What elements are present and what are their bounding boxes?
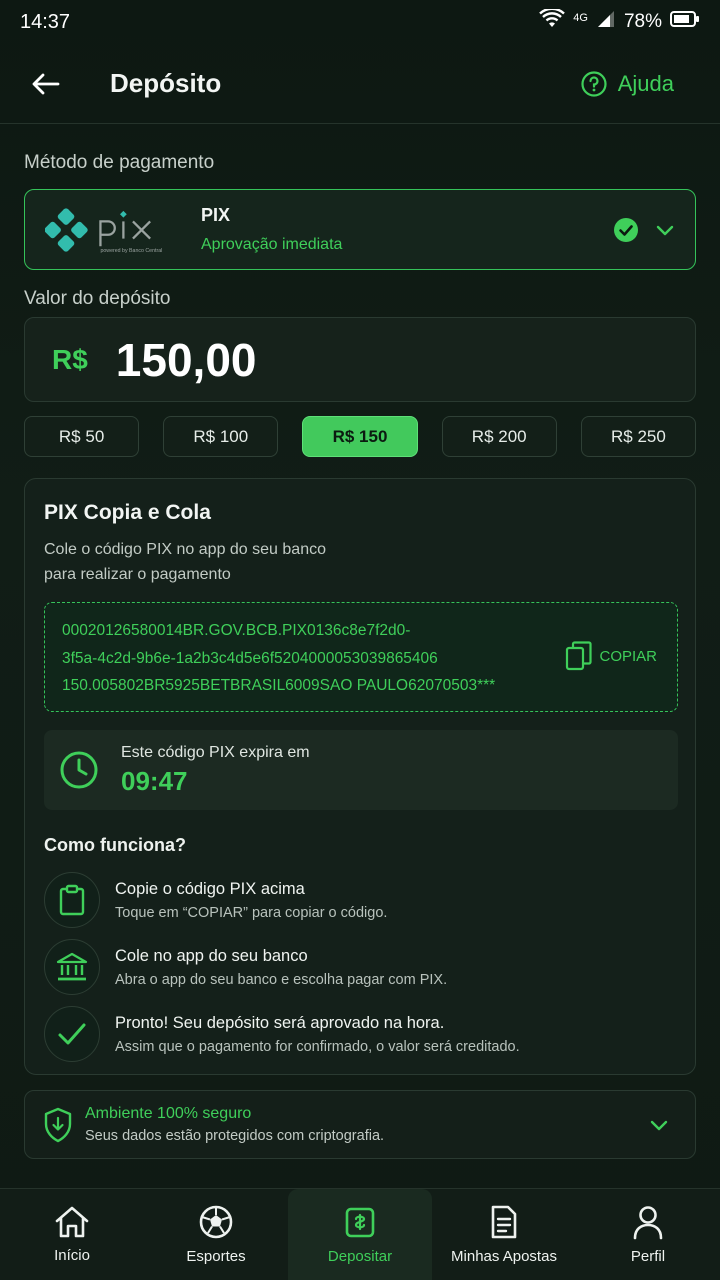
payment-method-label: Método de pagamento [24,152,215,173]
card-description-line-1: Cole o código PIX no app do seu banco [44,541,326,558]
nav-perfil[interactable]: Perfil [576,1189,720,1280]
bottom-navigation: Início Esportes Depositar Minhas Apostas… [0,1188,720,1280]
status-time: 14:37 [20,10,71,33]
expiration-box: Este código PIX expira em 09:47 [44,730,678,810]
secure-title: Ambiente 100% seguro [85,1105,252,1122]
payment-method-name: PIX [201,205,231,225]
deposit-value-label: Valor do depósito [24,288,171,309]
clipboard-icon [44,872,100,928]
step-copy-text: Copie o código PIX acima Toque em “COPIA… [115,880,387,921]
step-copy: Copie o código PIX acima Toque em “COPIA… [44,872,664,928]
back-button[interactable] [0,44,90,124]
chevron-down-icon [656,225,674,235]
currency-symbol: R$ [52,343,88,375]
bank-icon [44,939,100,995]
network-type: 4G [573,12,588,24]
page-title: Depósito [110,68,222,98]
pix-code-line-1: 00020126580014BR.GOV.BCB.PIX0136c8e7f2d0… [62,622,411,639]
help-button[interactable]: Ajuda [580,70,674,98]
step-title: Copie o código PIX acima [115,879,305,898]
step-title: Pronto! Seu depósito será aprovado na ho… [115,1013,445,1032]
battery-icon [670,10,700,34]
help-label: Ajuda [617,70,674,96]
step-description: Abra o app do seu banco e escolha pagar … [115,971,448,988]
card-description: Cole o código PIX no app do seu banco pa… [44,537,444,587]
wifi-icon [539,7,566,35]
pix-code-line-2: 3f5a-4c2d-9b6e-1a2b3c4d5e6f5204000053039… [62,649,438,667]
pix-logo-subtext: powered by Banco Central [100,247,162,253]
checkmark-icon [44,1006,100,1062]
how-it-works-title: Como funciona? [44,835,186,855]
nav-depositar[interactable]: Depositar [288,1189,432,1280]
quick-amount-250[interactable]: R$ 250 [580,416,697,457]
arrow-left-icon [32,73,60,94]
step-title: Cole no app do seu banco [115,946,308,965]
quick-amount-200[interactable]: R$ 200 [441,416,557,457]
payment-method-selector[interactable]: powered by Banco Central PIX Aprovação i… [24,189,696,270]
home-icon [55,1206,89,1238]
payment-method-indicators [613,217,675,243]
chevron-down-icon [650,1120,668,1130]
quick-amount-50[interactable]: R$ 50 [24,416,140,457]
deposit-icon [345,1207,375,1238]
quick-amount-150[interactable]: R$ 150 [302,416,418,457]
nav-label: Início [54,1247,90,1264]
step-description: Assim que o pagamento for confirmado, o … [115,1038,520,1055]
nav-label: Minhas Apostas [451,1248,557,1265]
secure-environment-banner[interactable]: Ambiente 100% seguro Seus dados estão pr… [24,1090,696,1159]
pix-logo: powered by Banco Central [25,189,175,270]
nav-minhas-apostas[interactable]: Minhas Apostas [432,1189,576,1280]
quick-amount-100[interactable]: R$ 100 [163,416,279,457]
step-description: Toque em “COPIAR” para copiar o código. [115,904,388,921]
clock-icon [60,751,98,789]
screen: 14:37 4G 78% Depósito Ajuda Método de pa… [0,0,720,1280]
battery-level: 78% [623,11,662,32]
secure-text: Ambiente 100% seguro Seus dados estão pr… [85,1105,384,1144]
status-icons: 4G 78% [539,7,700,35]
payment-method-subtitle: Aprovação imediata [201,236,343,253]
card-description-line-2: para realizar o pagamento [44,566,231,583]
deposit-amount-value: 150,00 [115,333,257,386]
deposit-amount-field[interactable]: R$ 150,00 [24,317,696,402]
expiration-label: Este código PIX expira em [121,743,310,761]
status-bar: 14:37 4G 78% [0,0,720,44]
pix-copia-cola-card: PIX Copia e Cola Cole o código PIX no ap… [24,478,696,1075]
expiration-countdown: 09:47 [121,765,188,796]
pix-code-box[interactable]: 00020126580014BR.GOV.BCB.PIX0136c8e7f2d0… [44,602,678,712]
secure-description: Seus dados estão protegidos com criptogr… [85,1128,385,1144]
bets-document-icon [491,1205,517,1239]
nav-label: Depositar [327,1248,393,1265]
pix-code: 00020126580014BR.GOV.BCB.PIX0136c8e7f2d0… [62,617,542,700]
nav-label: Esportes [186,1248,246,1265]
nav-esportes[interactable]: Esportes [144,1189,288,1280]
step-done: Pronto! Seu depósito será aprovado na ho… [44,1006,664,1062]
copy-label: COPIAR [599,647,657,665]
nav-label: Perfil [630,1248,666,1265]
card-title: PIX Copia e Cola [44,501,211,524]
shield-icon [44,1107,72,1142]
step-paste-text: Cole no app do seu banco Abra o app do s… [115,947,447,988]
quick-amount-chips: R$ 50 R$ 100 R$ 150 R$ 200 R$ 250 [24,416,697,458]
profile-icon [633,1206,663,1240]
step-done-text: Pronto! Seu depósito será aprovado na ho… [115,1014,520,1055]
app-bar: Depósito Ajuda [0,44,720,124]
soccer-ball-icon [199,1205,233,1239]
step-paste: Cole no app do seu banco Abra o app do s… [44,939,664,995]
help-circle-icon [581,70,607,97]
pix-code-line-3: 150.005802BR5925BETBRASIL6009SAO PAULO62… [62,677,496,694]
copy-icon [566,641,593,671]
check-circle-icon [614,217,638,242]
signal-icon [596,9,616,35]
copy-button[interactable]: COPIAR [565,641,657,671]
payment-method-info: PIX Aprovação imediata [201,205,342,254]
expiration-info: Este código PIX expira em 09:47 [121,744,310,797]
nav-inicio[interactable]: Início [0,1189,144,1280]
